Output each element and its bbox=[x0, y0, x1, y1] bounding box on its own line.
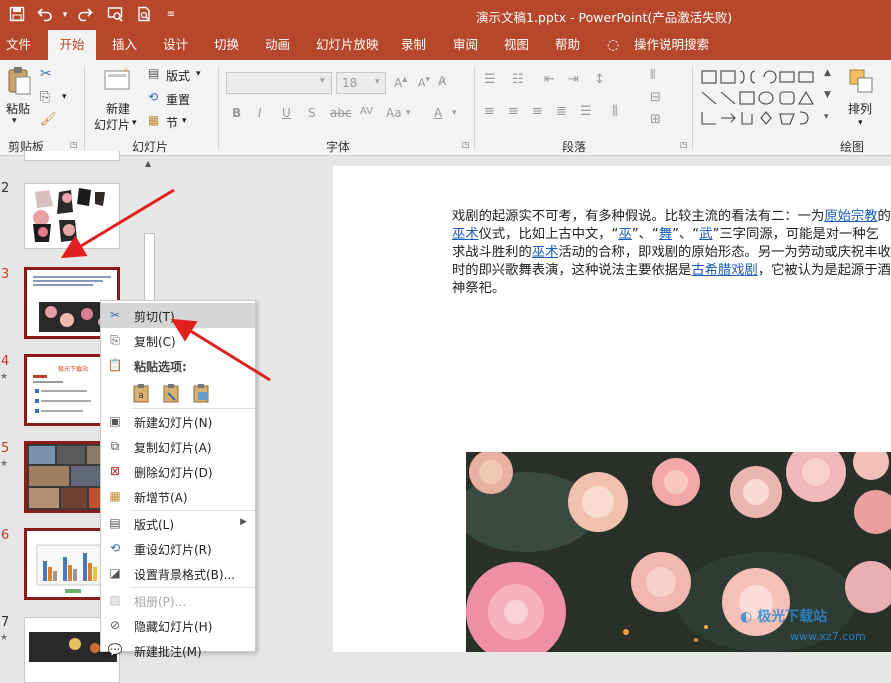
annotation-arrows bbox=[60, 188, 271, 382]
annotation-arrow-to-cut bbox=[170, 318, 271, 382]
annotation-arrow-to-slide3 bbox=[60, 188, 175, 259]
